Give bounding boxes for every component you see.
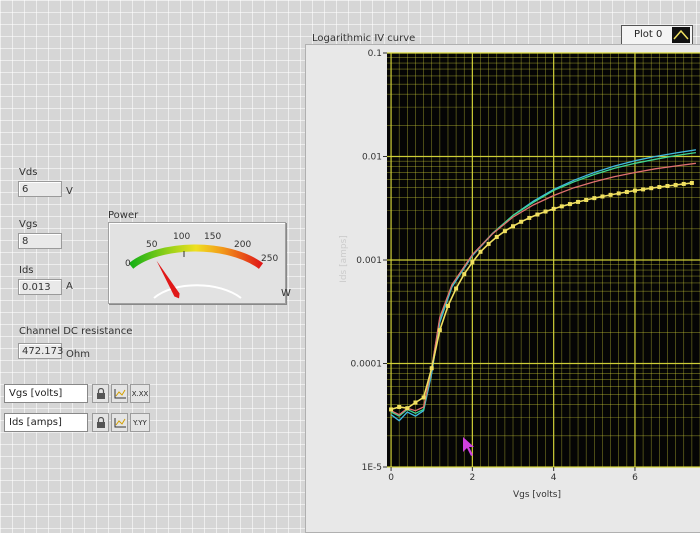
gauge-unit: W	[281, 288, 291, 299]
data-point	[559, 204, 564, 209]
gauge-color-arc	[128, 244, 264, 269]
gauge-label-100: 100	[173, 232, 190, 242]
x-tick-label: 6	[632, 473, 638, 483]
y-tick-label: 0.001	[356, 256, 382, 266]
data-point	[551, 206, 556, 211]
data-point	[673, 182, 678, 187]
data-point	[649, 186, 654, 191]
gauge-label-200: 200	[234, 240, 251, 250]
gauge-title: Power	[108, 210, 139, 221]
ids-label: Ids	[19, 265, 34, 276]
legend-label: Plot 0	[634, 29, 663, 40]
data-point	[429, 366, 434, 371]
gauge-label-150: 150	[204, 232, 221, 242]
vgs-indicator: 8	[18, 233, 62, 249]
data-point	[494, 234, 499, 239]
vgs-label: Vgs	[19, 219, 38, 230]
x-autoscale-icon[interactable]	[111, 384, 128, 403]
vds-indicator: 6	[18, 181, 62, 197]
gauge-inner-arc	[153, 284, 242, 299]
data-point	[527, 215, 532, 220]
y-axis-label: Ids [amps]	[339, 235, 349, 283]
data-point	[519, 219, 524, 224]
data-point	[535, 212, 540, 217]
y-tick-label: 0.01	[362, 153, 382, 163]
data-point	[405, 406, 410, 411]
data-point	[657, 185, 662, 190]
data-point	[397, 404, 402, 409]
y-format-button[interactable]: Y.YY	[130, 413, 150, 432]
plot-legend[interactable]: Plot 0	[621, 25, 693, 45]
data-point	[478, 249, 483, 254]
data-point	[600, 194, 605, 199]
vds-label: Vds	[19, 167, 38, 178]
x-scale-name[interactable]: Vgs [volts]	[4, 384, 88, 403]
x-tick-label: 4	[551, 473, 557, 483]
data-point	[437, 328, 442, 333]
gauge-label-250: 250	[261, 254, 278, 264]
power-gauge: 0 50 100 150 200 250	[108, 222, 286, 304]
data-point	[681, 181, 686, 186]
ids-indicator: 0.013	[18, 279, 62, 295]
data-point	[421, 395, 426, 400]
x-tick-label: 0	[388, 473, 394, 483]
data-point	[584, 197, 589, 202]
iv-chart[interactable]: 0.1 0.01 0.001 0.0001 1E-5 0 2 4 6 Ids [amps] V…	[305, 44, 700, 531]
data-point	[454, 286, 459, 291]
data-point	[665, 183, 670, 188]
data-point	[502, 229, 507, 234]
data-point	[632, 188, 637, 193]
data-point	[567, 202, 572, 207]
data-point	[462, 272, 467, 277]
data-point	[592, 196, 597, 201]
data-point	[641, 187, 646, 192]
data-point	[616, 191, 621, 196]
data-point	[445, 303, 450, 308]
y-lock-icon[interactable]	[92, 413, 109, 432]
y-scale-name[interactable]: Ids [amps]	[4, 413, 88, 432]
y-tick-label: 0.0001	[351, 360, 383, 370]
data-point	[486, 241, 491, 246]
ids-unit: A	[66, 281, 73, 292]
data-point	[413, 400, 418, 405]
resistance-label: Channel DC resistance	[19, 326, 133, 337]
data-point	[608, 192, 613, 197]
x-tick-label: 2	[469, 473, 475, 483]
x-lock-icon[interactable]	[92, 384, 109, 403]
legend-plot-icon	[672, 27, 690, 43]
x-axis-label: Vgs [volts]	[513, 490, 561, 500]
x-format-button[interactable]: X.XX	[130, 384, 150, 403]
graph-title: Logarithmic IV curve	[312, 33, 416, 44]
y-autoscale-icon[interactable]	[111, 413, 128, 432]
gauge-dial: 0 50 100 150 200 250	[125, 232, 278, 299]
resistance-indicator: 472.173	[18, 343, 63, 359]
y-axis-ticks: 0.1 0.01 0.001 0.0001 1E-5	[351, 49, 387, 473]
y-tick-label: 0.1	[368, 49, 382, 59]
data-point	[689, 180, 694, 185]
vds-unit: V	[66, 186, 73, 197]
data-point	[624, 189, 629, 194]
data-point	[511, 224, 516, 229]
gauge-label-0: 0	[125, 259, 131, 269]
y-tick-label: 1E-5	[362, 463, 382, 473]
resistance-unit: Ohm	[66, 349, 90, 360]
gauge-label-50: 50	[146, 240, 158, 250]
data-point	[576, 199, 581, 204]
data-point	[543, 209, 548, 214]
data-point	[470, 260, 475, 265]
x-axis-ticks: 0 2 4 6	[388, 467, 638, 483]
data-point	[389, 407, 394, 412]
